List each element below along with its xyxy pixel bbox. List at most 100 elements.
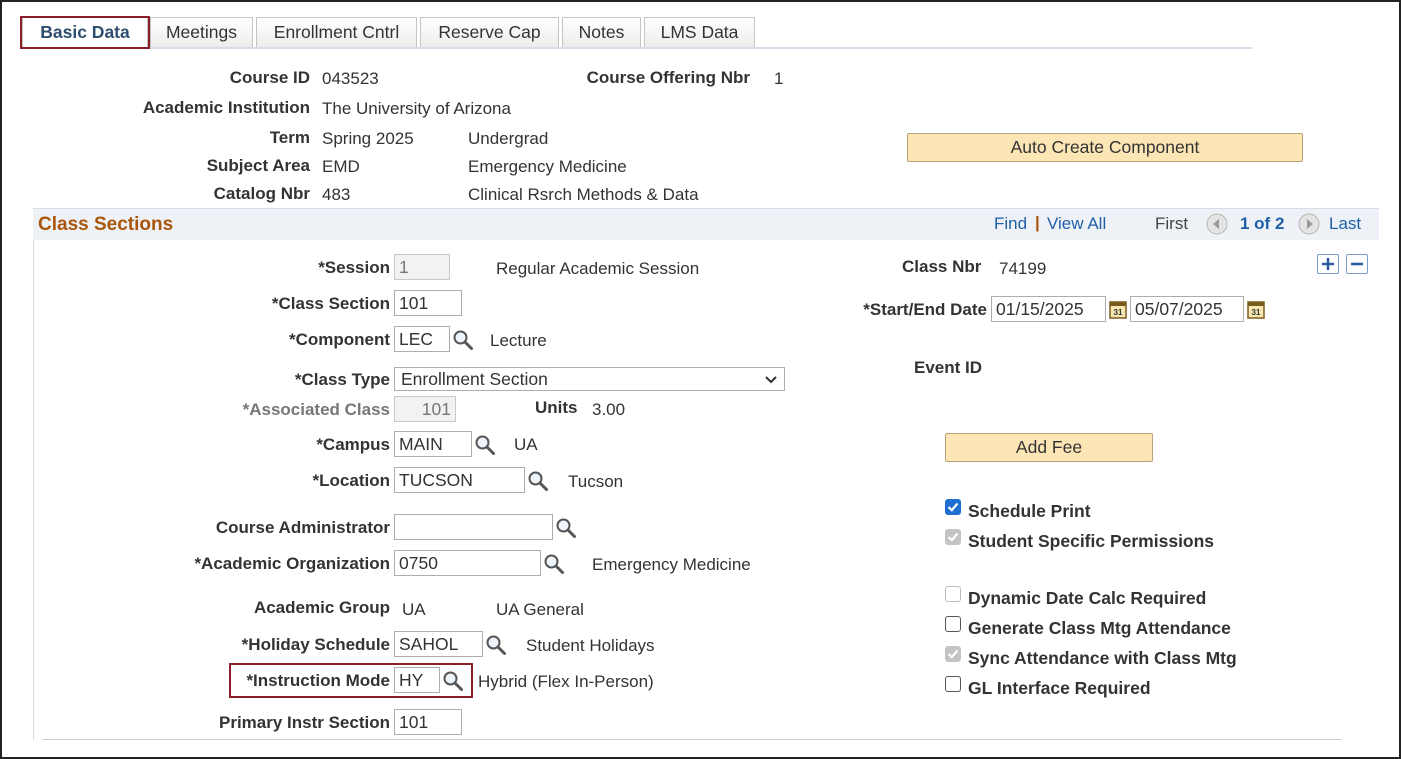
minus-icon (1351, 262, 1363, 266)
units-value: 3.00 (592, 400, 626, 419)
units-label: Units (535, 398, 578, 417)
dynamic-date-label: Dynamic Date Calc Required (968, 588, 1207, 608)
academic-org-desc: Emergency Medicine (592, 555, 751, 574)
component-lookup-icon[interactable] (452, 329, 474, 351)
class-section-label: *Class Section (271, 294, 390, 313)
component-field[interactable]: LEC (394, 326, 450, 352)
class-nbr-label: Class Nbr (902, 257, 982, 276)
class-nbr-value: 74199 (999, 259, 1047, 278)
component-desc: Lecture (490, 331, 547, 350)
schedule-print-checkbox[interactable] (945, 499, 961, 515)
course-id-value: 043523 (322, 69, 379, 88)
session-desc: Regular Academic Session (496, 259, 700, 278)
subject-value: EMD (322, 157, 360, 176)
tab-reserve-cap[interactable]: Reserve Cap (420, 17, 559, 47)
tab-lms-data[interactable]: LMS Data (644, 17, 755, 47)
holiday-schedule-lookup-icon[interactable] (485, 634, 507, 656)
instruction-mode-label: *Instruction Mode (246, 671, 390, 690)
term-value: Spring 2025 (322, 129, 414, 148)
subject-label: Subject Area (206, 156, 310, 175)
student-permissions-checkbox (945, 529, 961, 545)
holiday-schedule-field[interactable]: SAHOL (394, 631, 483, 657)
find-link[interactable]: Find (994, 214, 1027, 234)
course-offering-label: Course Offering Nbr (586, 68, 750, 87)
campus-desc: UA (514, 435, 538, 454)
instruction-mode-desc: Hybrid (Flex In-Person) (478, 672, 654, 691)
academic-group-label: Academic Group (253, 598, 390, 617)
check-icon (947, 649, 959, 659)
primary-instr-field[interactable]: 101 (394, 709, 462, 735)
course-admin-lookup-icon[interactable] (555, 517, 577, 539)
associated-class-field: 101 (394, 396, 456, 422)
class-type-select[interactable]: Enrollment Section (394, 367, 785, 391)
add-row-button[interactable] (1317, 254, 1339, 274)
component-label: *Component (288, 330, 390, 349)
tab-underline (20, 47, 1252, 49)
first-label: First (1155, 214, 1189, 233)
svg-text:31: 31 (1252, 308, 1261, 317)
instruction-mode-field[interactable]: HY (394, 667, 440, 693)
subject-desc: Emergency Medicine (468, 157, 627, 176)
academic-org-label: *Academic Organization (194, 554, 390, 573)
check-icon (947, 502, 959, 512)
session-field: 1 (394, 254, 450, 280)
term-label: Term (269, 128, 310, 147)
campus-field[interactable]: MAIN (394, 431, 472, 457)
pager-count: 1 of 2 (1240, 214, 1285, 233)
calendar-icon[interactable]: 31 (1108, 298, 1128, 320)
session-label: *Session (318, 258, 390, 277)
associated-class-label: *Associated Class (242, 400, 390, 419)
instruction-mode-lookup-icon[interactable] (442, 670, 464, 692)
student-permissions-label: Student Specific Permissions (968, 531, 1215, 551)
svg-text:31: 31 (1114, 308, 1123, 317)
institution-value: The University of Arizona (322, 99, 511, 118)
catalog-value: 483 (322, 185, 351, 204)
last-link[interactable]: Last (1329, 214, 1361, 234)
course-admin-field[interactable] (394, 514, 553, 540)
next-icon[interactable] (1298, 213, 1320, 235)
event-id-label: Event ID (914, 358, 983, 377)
dynamic-date-checkbox (945, 586, 961, 602)
gl-interface-label: GL Interface Required (968, 678, 1151, 698)
class-sections-title: Class Sections (38, 214, 174, 235)
holiday-schedule-desc: Student Holidays (526, 636, 655, 655)
academic-org-lookup-icon[interactable] (543, 553, 565, 575)
course-offering-value: 1 (774, 69, 784, 88)
course-id-label: Course ID (229, 68, 310, 87)
catalog-label: Catalog Nbr (213, 184, 310, 203)
delete-row-button[interactable] (1346, 254, 1368, 274)
section-bottom-border (43, 739, 1342, 740)
check-icon (947, 532, 959, 542)
academic-org-field[interactable]: 0750 (394, 550, 541, 576)
location-lookup-icon[interactable] (527, 470, 549, 492)
chevron-down-icon (765, 376, 777, 384)
tab-enrollment-cntrl[interactable]: Enrollment Cntrl (256, 17, 417, 47)
tab-notes[interactable]: Notes (562, 17, 641, 47)
holiday-schedule-label: *Holiday Schedule (241, 635, 390, 654)
add-fee-button[interactable]: Add Fee (945, 433, 1153, 462)
class-section-field[interactable]: 101 (394, 290, 462, 316)
start-date-field[interactable]: 01/15/2025 (991, 296, 1106, 322)
sync-attendance-checkbox (945, 646, 961, 662)
campus-lookup-icon[interactable] (474, 434, 496, 456)
calendar-icon[interactable]: 31 (1246, 298, 1266, 320)
end-date-field[interactable]: 05/07/2025 (1130, 296, 1244, 322)
generate-attendance-checkbox[interactable] (945, 616, 961, 632)
auto-create-component-button[interactable]: Auto Create Component (907, 133, 1303, 162)
location-label: *Location (312, 471, 390, 490)
generate-attendance-label: Generate Class Mtg Attendance (968, 618, 1231, 638)
plus-icon (1322, 258, 1334, 270)
start-end-date-label: *Start/End Date (863, 300, 987, 319)
previous-icon[interactable] (1206, 213, 1228, 235)
gl-interface-checkbox[interactable] (945, 676, 961, 692)
view-all-link[interactable]: View All (1047, 214, 1106, 234)
tab-meetings[interactable]: Meetings (150, 17, 253, 47)
academic-group-value: UA (402, 600, 426, 619)
location-field[interactable]: TUCSON (394, 467, 525, 493)
institution-label: Academic Institution (142, 98, 310, 117)
academic-group-desc: UA General (496, 600, 584, 619)
class-type-label: *Class Type (294, 370, 390, 389)
sync-attendance-label: Sync Attendance with Class Mtg (968, 648, 1237, 668)
basic-data-highlight (20, 16, 150, 49)
link-separator: | (1035, 213, 1040, 232)
